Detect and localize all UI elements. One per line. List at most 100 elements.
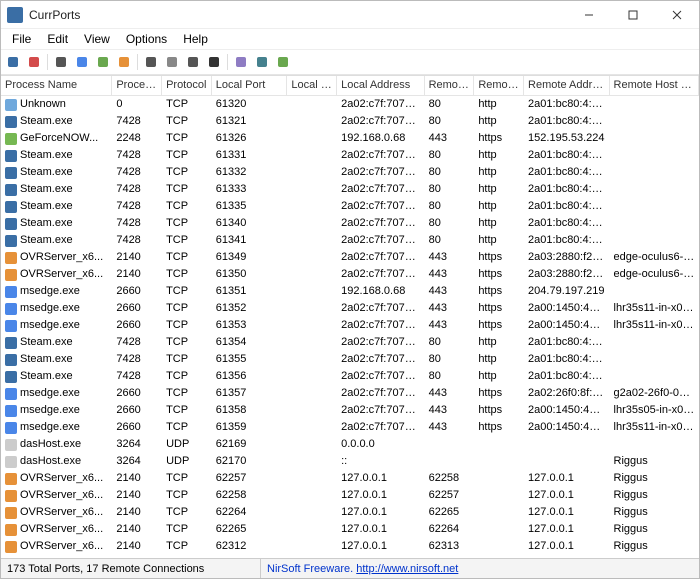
arrow-icon[interactable] [115, 53, 133, 71]
menu-edit[interactable]: Edit [40, 31, 75, 47]
cell-lpn [287, 283, 337, 300]
maximize-button[interactable] [611, 1, 655, 29]
cell-name: OVRServer_x6... [1, 249, 112, 266]
cell-rpn: https [474, 266, 524, 283]
table-row[interactable]: msedge.exe2660TCP613592a02:c7f:707a:7...… [1, 419, 699, 436]
table-row[interactable]: OVRServer_x6...2140TCP62257127.0.0.16225… [1, 470, 699, 487]
column-9[interactable]: Remote Host Nam [610, 76, 699, 95]
cell-proto: TCP [162, 504, 212, 521]
cell-laddr: 2a02:c7f:707a:7... [337, 215, 424, 232]
table-row[interactable]: Steam.exe7428TCP613212a02:c7f:707a:7...8… [1, 113, 699, 130]
column-7[interactable]: Remote ... [474, 76, 524, 95]
cell-raddr: 2a03:2880:f264:... [524, 266, 610, 283]
menu-options[interactable]: Options [119, 31, 174, 47]
cell-lpn [287, 487, 337, 504]
table-row[interactable]: Steam.exe7428TCP613332a02:c7f:707a:7...8… [1, 181, 699, 198]
cell-proto: TCP [162, 249, 212, 266]
grid-body[interactable]: Unknown0TCP613202a02:c7f:707a:7...80http… [1, 96, 699, 558]
cell-lport: 61357 [212, 385, 288, 402]
cell-lport: 61359 [212, 419, 288, 436]
refresh-icon[interactable] [253, 53, 271, 71]
cell-proto: TCP [162, 538, 212, 555]
table-row[interactable]: Steam.exe7428TCP613552a02:c7f:707a:7...8… [1, 351, 699, 368]
close-red-icon[interactable] [25, 53, 43, 71]
column-4[interactable]: Local Po... [287, 76, 337, 95]
globe-green-icon[interactable] [94, 53, 112, 71]
cell-pid: 2660 [112, 402, 162, 419]
table-row[interactable]: Steam.exe7428TCP613312a02:c7f:707a:7...8… [1, 147, 699, 164]
cell-rhost: lhr35s11-in-x0e.1e [610, 317, 699, 334]
cell-laddr: 2a02:c7f:707a:7... [337, 266, 424, 283]
table-row[interactable]: OVRServer_x6...2140TCP613502a02:c7f:707a… [1, 266, 699, 283]
table-row[interactable]: msedge.exe2660TCP613572a02:c7f:707a:7...… [1, 385, 699, 402]
cell-rport: 443 [425, 419, 475, 436]
cell-rpn: https [474, 402, 524, 419]
cell-lpn [287, 300, 337, 317]
cell-rhost: lhr35s05-in-x0e.1e [610, 402, 699, 419]
table-row[interactable]: OVRServer_x6...2140TCP62312127.0.0.16231… [1, 538, 699, 555]
table-row[interactable]: Steam.exe7428TCP613322a02:c7f:707a:7...8… [1, 164, 699, 181]
cell-lpn [287, 215, 337, 232]
table-row[interactable]: Unknown0TCP613202a02:c7f:707a:7...80http… [1, 96, 699, 113]
table-row[interactable]: OVRServer_x6...2140TCP62265127.0.0.16226… [1, 521, 699, 538]
table-row[interactable]: Steam.exe7428TCP613412a02:c7f:707a:7...8… [1, 232, 699, 249]
menu-file[interactable]: File [5, 31, 38, 47]
column-8[interactable]: Remote Address [524, 76, 610, 95]
target-icon[interactable] [52, 53, 70, 71]
minimize-button[interactable] [567, 1, 611, 29]
table-row[interactable]: msedge.exe2660TCP61351192.168.0.68443htt… [1, 283, 699, 300]
cell-rhost [610, 334, 699, 351]
globe-blue-icon[interactable] [73, 53, 91, 71]
cell-name: OVRServer_x6... [1, 266, 112, 283]
cell-rpn: https [474, 283, 524, 300]
cell-pid: 2660 [112, 283, 162, 300]
column-1[interactable]: Proces... [112, 76, 162, 95]
table-row[interactable]: Steam.exe7428TCP613352a02:c7f:707a:7...8… [1, 198, 699, 215]
table-row[interactable]: msedge.exe2660TCP613532a02:c7f:707a:7...… [1, 317, 699, 334]
cell-proto: TCP [162, 487, 212, 504]
column-0[interactable]: Process Name [1, 76, 112, 95]
table-row[interactable]: OVRServer_x6...2140TCP613492a02:c7f:707a… [1, 249, 699, 266]
cell-proto: TCP [162, 266, 212, 283]
table-row[interactable]: OVRServer_x6...2140TCP62258127.0.0.16225… [1, 487, 699, 504]
column-5[interactable]: Local Address [337, 76, 424, 95]
cell-rhost [610, 113, 699, 130]
table-row[interactable]: Steam.exe7428TCP613402a02:c7f:707a:7...8… [1, 215, 699, 232]
column-6[interactable]: Remote ... [425, 76, 475, 95]
cell-lport: 61335 [212, 198, 288, 215]
cell-rpn [474, 453, 524, 470]
table-row[interactable]: OVRServer_x6...2140TCP62264127.0.0.16226… [1, 504, 699, 521]
table-row[interactable]: Steam.exe7428TCP613562a02:c7f:707a:7...8… [1, 368, 699, 385]
cell-rhost [610, 283, 699, 300]
cell-lpn [287, 419, 337, 436]
cell-laddr: 2a02:c7f:707a:7... [337, 164, 424, 181]
props-icon[interactable] [184, 53, 202, 71]
table-row[interactable]: dasHost.exe3264UDP62170::Riggus [1, 453, 699, 470]
cell-lport: 61354 [212, 334, 288, 351]
close-button[interactable] [655, 1, 699, 29]
table-row[interactable]: Steam.exe7428TCP613542a02:c7f:707a:7...8… [1, 334, 699, 351]
cell-rpn: http [474, 198, 524, 215]
menu-view[interactable]: View [77, 31, 117, 47]
copy-icon[interactable] [163, 53, 181, 71]
table-row[interactable]: GeForceNOW...2248TCP61326192.168.0.68443… [1, 130, 699, 147]
cell-rport: 443 [425, 402, 475, 419]
binoculars-icon[interactable] [205, 53, 223, 71]
table-row[interactable]: msedge.exe2660TCP613522a02:c7f:707a:7...… [1, 300, 699, 317]
status-link[interactable]: http://www.nirsoft.net [356, 563, 458, 575]
paint-icon[interactable] [232, 53, 250, 71]
titlebar[interactable]: CurrPorts [1, 1, 699, 29]
disk-icon[interactable] [4, 53, 22, 71]
cell-raddr: 2a01:bc80:4:10... [524, 96, 610, 113]
menu-help[interactable]: Help [176, 31, 215, 47]
column-3[interactable]: Local Port [212, 76, 288, 95]
table-row[interactable]: msedge.exe2660TCP613582a02:c7f:707a:7...… [1, 402, 699, 419]
exit-icon[interactable] [274, 53, 292, 71]
process-name-text: Steam.exe [20, 181, 73, 198]
table-row[interactable]: dasHost.exe3264UDP621690.0.0.0 [1, 436, 699, 453]
grid-header: Process NameProces...ProtocolLocal PortL… [1, 76, 699, 96]
column-2[interactable]: Protocol [162, 76, 212, 95]
cell-proto: TCP [162, 130, 212, 147]
funnel-icon[interactable] [142, 53, 160, 71]
cell-rport: 443 [425, 266, 475, 283]
